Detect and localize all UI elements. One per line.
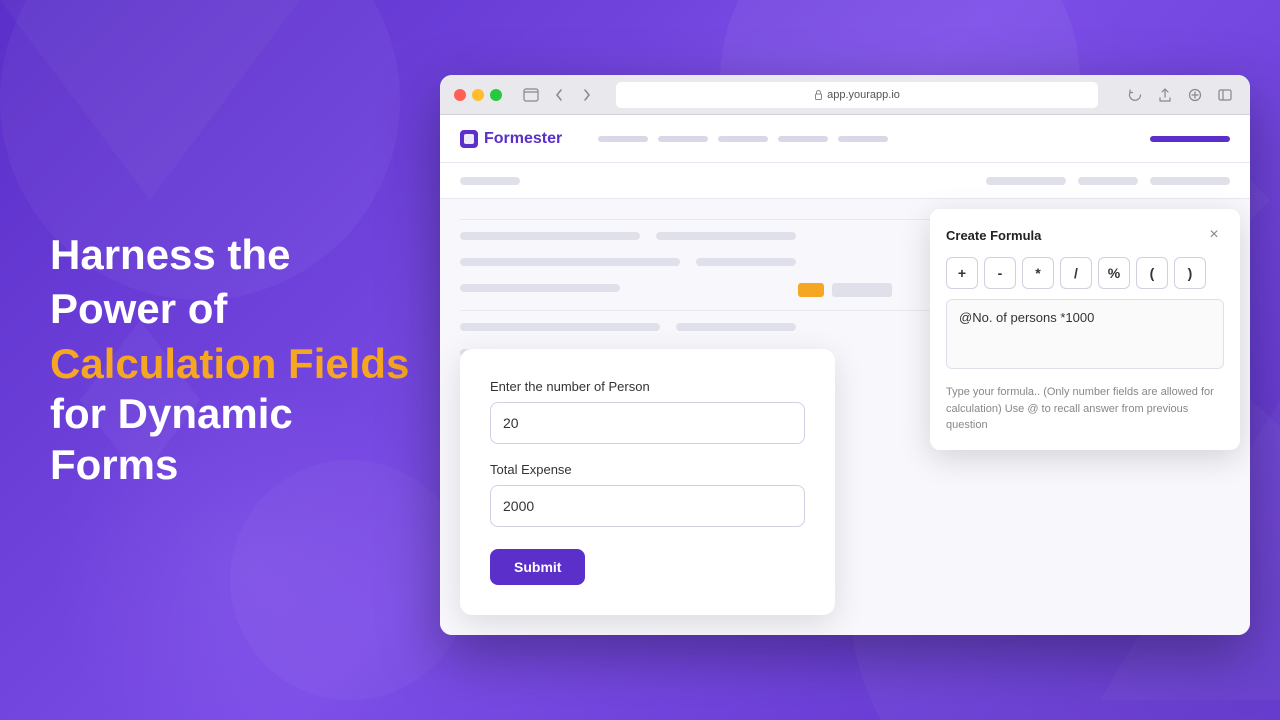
field2-input[interactable] xyxy=(490,485,805,527)
op-percent[interactable]: % xyxy=(1098,257,1130,289)
field1-label: Enter the number of Person xyxy=(490,379,805,394)
share-btn[interactable] xyxy=(1154,84,1176,106)
hero-line5: Forms xyxy=(50,440,430,490)
app-logo: Formester xyxy=(460,130,562,148)
hero-line4: for Dynamic xyxy=(50,389,430,439)
header-accent-bar xyxy=(1150,136,1230,142)
dot-red[interactable] xyxy=(454,89,466,101)
formula-operators: + - * / % ( ) xyxy=(946,257,1224,289)
skel-2 xyxy=(656,232,796,240)
hero-line1: Harness the xyxy=(50,230,430,280)
orange-tag xyxy=(798,283,824,297)
formula-panel: Create Formula × + - * / % ( ) @No. o xyxy=(930,209,1240,450)
nav-back[interactable] xyxy=(548,84,570,106)
op-open-paren[interactable]: ( xyxy=(1136,257,1168,289)
logo-icon xyxy=(460,130,478,148)
nav-bar-2[interactable] xyxy=(658,136,708,142)
toolbar-item-1 xyxy=(460,177,520,185)
dot-green[interactable] xyxy=(490,89,502,101)
formula-textarea[interactable]: @No. of persons *1000 xyxy=(946,299,1224,369)
submit-button[interactable]: Submit xyxy=(490,549,585,585)
hero-text-block: Harness the Power of Calculation Fields … xyxy=(50,230,430,490)
skel-6 xyxy=(460,323,660,331)
nav-bar-1[interactable] xyxy=(598,136,648,142)
toolbar-item-4 xyxy=(1150,177,1230,185)
address-bar[interactable]: app.yourapp.io xyxy=(616,82,1098,108)
op-close-paren[interactable]: ) xyxy=(1174,257,1206,289)
browser-nav xyxy=(520,84,598,106)
browser-actions xyxy=(1124,84,1236,106)
form-card: Enter the number of Person Total Expense… xyxy=(460,349,835,615)
header-right xyxy=(1150,136,1230,142)
app-name: Formester xyxy=(484,130,562,148)
formula-header: Create Formula × xyxy=(946,225,1224,245)
skel-5 xyxy=(460,284,620,292)
refresh-btn[interactable] xyxy=(1124,84,1146,106)
hero-line2: Power of xyxy=(50,284,430,334)
formula-hint: Type your formula.. (Only number fields … xyxy=(946,384,1224,434)
toolbar-item-2 xyxy=(986,177,1066,185)
formula-close-button[interactable]: × xyxy=(1204,225,1224,245)
app-main: Enter the number of Person Total Expense… xyxy=(440,199,1250,635)
skel-1 xyxy=(460,232,640,240)
browser-window: app.yourapp.io xyxy=(440,75,1250,635)
op-plus[interactable]: + xyxy=(946,257,978,289)
toolbar-item-3 xyxy=(1078,177,1138,185)
header-nav xyxy=(598,136,888,142)
op-minus[interactable]: - xyxy=(984,257,1016,289)
nav-forward[interactable] xyxy=(576,84,598,106)
nav-bar-4[interactable] xyxy=(778,136,828,142)
gray-tag xyxy=(832,283,892,297)
browser-content: Formester xyxy=(440,115,1250,635)
formula-title: Create Formula xyxy=(946,228,1041,243)
browser-dots xyxy=(454,89,502,101)
hero-line3: Calculation Fields xyxy=(50,339,430,389)
skel-3 xyxy=(460,258,680,266)
content-area: Enter the number of Person Total Expense… xyxy=(440,199,1250,635)
nav-bar-5[interactable] xyxy=(838,136,888,142)
new-tab-btn[interactable] xyxy=(1184,84,1206,106)
browser-chrome: app.yourapp.io xyxy=(440,75,1250,115)
op-multiply[interactable]: * xyxy=(1022,257,1054,289)
skel-7 xyxy=(676,323,796,331)
field2-label: Total Expense xyxy=(490,462,805,477)
lock-icon xyxy=(814,89,823,100)
app-toolbar xyxy=(440,163,1250,199)
nav-window-icon[interactable] xyxy=(520,84,542,106)
sidebar-btn[interactable] xyxy=(1214,84,1236,106)
nav-bar-3[interactable] xyxy=(718,136,768,142)
skel-4 xyxy=(696,258,796,266)
op-divide[interactable]: / xyxy=(1060,257,1092,289)
app-header: Formester xyxy=(440,115,1250,163)
url-text: app.yourapp.io xyxy=(827,89,900,101)
dot-yellow[interactable] xyxy=(472,89,484,101)
orange-tag-area xyxy=(798,283,892,297)
field1-input[interactable] xyxy=(490,402,805,444)
